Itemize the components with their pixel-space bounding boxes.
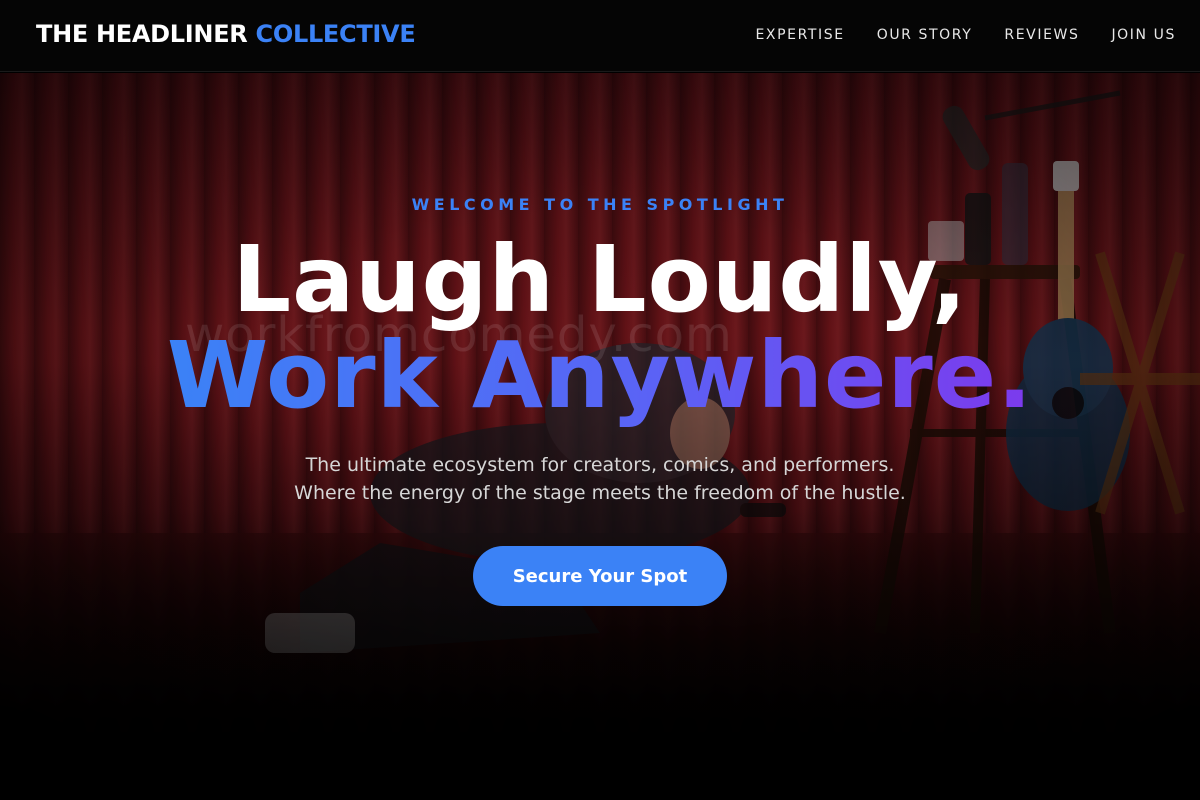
hero-headline-gradient-text: Work Anywhere. — [166, 322, 1034, 429]
brand-name-accent: COLLECTIVE — [255, 20, 416, 48]
landing-page: THE HEADLINER COLLECTIVE EXPERTISE OUR S… — [0, 0, 1200, 800]
hero-subtitle-line-2: Where the energy of the stage meets the … — [294, 482, 906, 504]
nav-links: EXPERTISE OUR STORY REVIEWS JOIN US — [755, 27, 1176, 43]
brand-logo[interactable]: THE HEADLINER COLLECTIVE — [36, 20, 416, 48]
hero-eyebrow: WELCOME TO THE SPOTLIGHT — [411, 195, 789, 214]
hero-headline-line-1: Laugh Loudly, — [232, 226, 968, 333]
hero-subtitle: The ultimate ecosystem for creators, com… — [0, 451, 1200, 507]
secure-your-spot-button[interactable]: Secure Your Spot — [473, 546, 727, 606]
nav-link-join-us[interactable]: JOIN US — [1111, 27, 1176, 43]
top-navigation-bar: THE HEADLINER COLLECTIVE EXPERTISE OUR S… — [0, 0, 1200, 72]
hero-section — [0, 73, 1200, 800]
hero-subtitle-line-1: The ultimate ecosystem for creators, com… — [305, 454, 895, 476]
brand-name-primary: THE HEADLINER — [36, 20, 248, 48]
hero-headline-line-2: Work Anywhere. — [0, 326, 1200, 426]
nav-link-expertise[interactable]: EXPERTISE — [755, 27, 844, 43]
nav-link-reviews[interactable]: REVIEWS — [1004, 27, 1079, 43]
nav-link-our-story[interactable]: OUR STORY — [877, 27, 973, 43]
hero-vignette-overlay — [0, 73, 1200, 800]
